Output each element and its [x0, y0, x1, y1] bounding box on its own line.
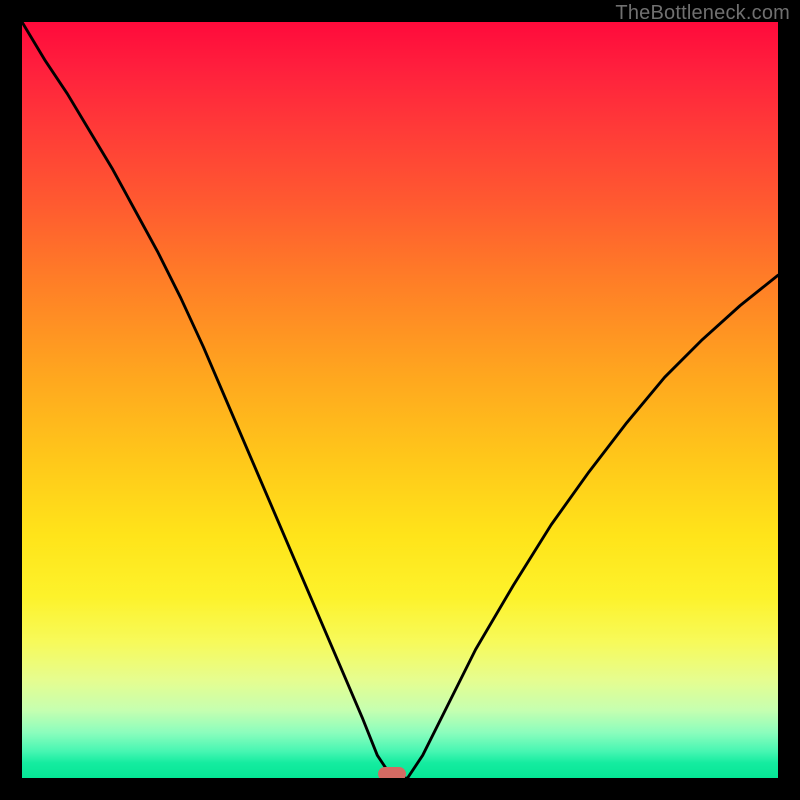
curve-path	[22, 22, 778, 778]
chart-stage: TheBottleneck.com	[0, 0, 800, 800]
bottleneck-curve	[22, 22, 778, 778]
optimal-marker	[378, 767, 406, 778]
plot-area	[22, 22, 778, 778]
